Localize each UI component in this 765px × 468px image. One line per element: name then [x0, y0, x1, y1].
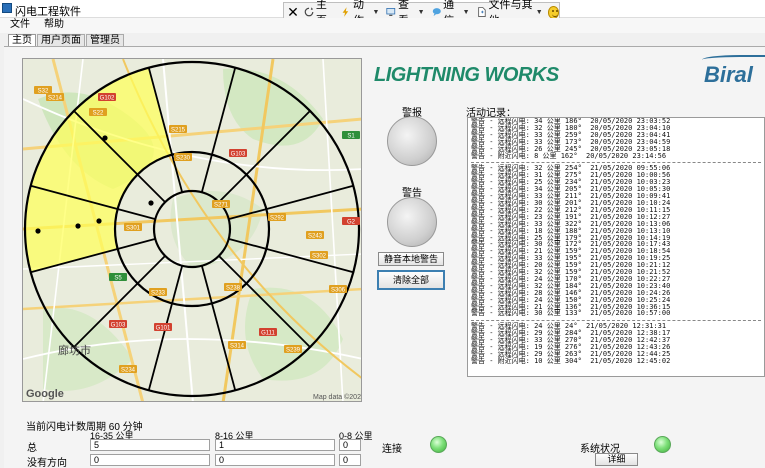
svg-text:S5: S5 — [114, 276, 122, 282]
svg-text:S314: S314 — [230, 344, 245, 350]
road-shield: S5 — [109, 273, 127, 282]
svg-text:S292: S292 — [270, 216, 285, 222]
total-mid-field: 1 — [215, 439, 335, 451]
log-entry: 警告 - 附近闪电: 8 公里 162° 20/05/2020 23:14:56 — [471, 151, 667, 160]
strike-marker — [35, 228, 41, 234]
strike-marker — [96, 218, 102, 224]
connection-label: 连接 — [382, 444, 402, 455]
svg-text:S243: S243 — [308, 234, 323, 240]
strike-marker — [75, 223, 81, 229]
chat-icon — [432, 8, 441, 16]
svg-text:G103: G103 — [231, 152, 246, 158]
biral-logo: Biral — [704, 62, 753, 87]
svg-text:G102: G102 — [100, 96, 115, 102]
google-logo: Google — [26, 388, 64, 400]
row-label-no-direction: 没有方向 — [27, 458, 67, 468]
road-shield: S215 — [169, 125, 187, 134]
road-shield: S292 — [268, 213, 286, 222]
warning-indicator — [387, 197, 437, 247]
app-icon — [2, 3, 12, 13]
svg-text:G111: G111 — [261, 331, 275, 337]
file-icon — [477, 7, 486, 17]
road-shield: S234 — [119, 365, 137, 374]
road-shield: G111 — [259, 328, 277, 337]
road-shield: S1 — [342, 131, 360, 140]
road-shield: S243 — [306, 231, 324, 240]
road-shield: G2 — [342, 217, 360, 226]
road-shield: S214 — [46, 93, 64, 102]
details-button[interactable]: 详细 — [595, 453, 638, 466]
road-shield: S22 — [89, 108, 107, 117]
svg-text:S239: S239 — [286, 348, 301, 354]
menu-help[interactable]: 帮助 — [44, 18, 64, 33]
system-status-led — [654, 436, 671, 453]
chevron-down-icon: ▼ — [372, 8, 380, 16]
road-shield: G102 — [98, 93, 116, 102]
svg-text:G2: G2 — [347, 220, 356, 226]
road-shield: S230 — [174, 153, 192, 162]
road-shield: S233 — [149, 288, 167, 297]
svg-text:S271: S271 — [214, 203, 229, 209]
svg-text:S238: S238 — [226, 286, 241, 292]
road-shield: S314 — [228, 341, 246, 350]
svg-text:S302: S302 — [312, 254, 327, 260]
svg-text:S22: S22 — [93, 111, 104, 117]
monitor-icon — [386, 8, 396, 16]
svg-text:S306: S306 — [331, 288, 346, 294]
road-shield: G103 — [229, 149, 247, 158]
svg-text:S215: S215 — [171, 128, 186, 134]
lightning-map[interactable]: S32 S214 G102 S215 G103 S301 S243 S302 S271 S238 S… — [22, 58, 362, 402]
svg-text:S230: S230 — [176, 156, 191, 162]
svg-text:G103: G103 — [111, 323, 126, 329]
mute-local-warning-button[interactable]: 静音本地警告 — [378, 252, 444, 266]
map-city-label: 廊坊市 — [58, 343, 91, 357]
map-svg: S32S214 G102S215G103S301S243S302S271S238S… — [23, 59, 362, 401]
activity-log[interactable]: 警告 - 远程闪电: 34 公里 186° 20/05/2020 23:03:5… — [467, 117, 765, 377]
connection-status-led — [430, 436, 447, 453]
svg-text:S301: S301 — [126, 226, 141, 232]
nodir-far-field: 0 — [90, 454, 210, 466]
log-entry: 警告 - 远程闪电: 30 公里 133° 21/05/2020 10:57:0… — [471, 309, 671, 318]
svg-text:S214: S214 — [48, 96, 63, 102]
refresh-icon — [304, 7, 314, 17]
menu-file[interactable]: 文件 — [10, 18, 30, 33]
map-attribution: Map data ©2020 — [313, 393, 362, 401]
log-separator — [471, 318, 761, 322]
svg-text:S1: S1 — [347, 134, 355, 140]
feedback-smiley-icon[interactable] — [547, 5, 559, 19]
clear-all-button[interactable]: 清除全部 — [377, 270, 445, 290]
svg-text:S233: S233 — [151, 291, 166, 297]
window-title: 闪电工程软件 — [15, 6, 81, 18]
total-far-field: 5 — [90, 439, 210, 451]
road-shield: S238 — [224, 283, 242, 292]
row-label-total: 总 — [27, 443, 37, 454]
road-shield: S302 — [310, 251, 328, 260]
nodir-near-field: 0 — [339, 454, 361, 466]
svg-text:S234: S234 — [121, 368, 136, 374]
strike-marker — [148, 200, 154, 206]
road-shield: S306 — [329, 285, 347, 294]
total-near-field: 0 — [339, 439, 361, 451]
nodir-mid-field: 0 — [215, 454, 335, 466]
road-shield: S239 — [284, 345, 302, 354]
alarm-indicator — [387, 116, 437, 166]
lightning-works-logo: LIGHTNING WORKS — [374, 64, 559, 86]
menu-bar: 文件 帮助 — [0, 18, 765, 33]
log-separator — [471, 160, 761, 164]
road-shield: S301 — [124, 223, 142, 232]
road-shield: S271 — [212, 200, 230, 209]
chevron-down-icon: ▼ — [535, 8, 543, 16]
svg-text:G101: G101 — [156, 326, 171, 332]
chevron-down-icon: ▼ — [417, 8, 425, 16]
road-shield: G103 — [109, 320, 127, 329]
strike-marker — [102, 135, 108, 141]
road-shield: G101 — [154, 323, 172, 332]
chevron-down-icon: ▼ — [462, 8, 470, 16]
log-entry: 警告 - 附近闪电: 10 公里 304° 21/05/2020 12:45:0… — [471, 356, 671, 365]
lightning-icon — [342, 7, 349, 17]
